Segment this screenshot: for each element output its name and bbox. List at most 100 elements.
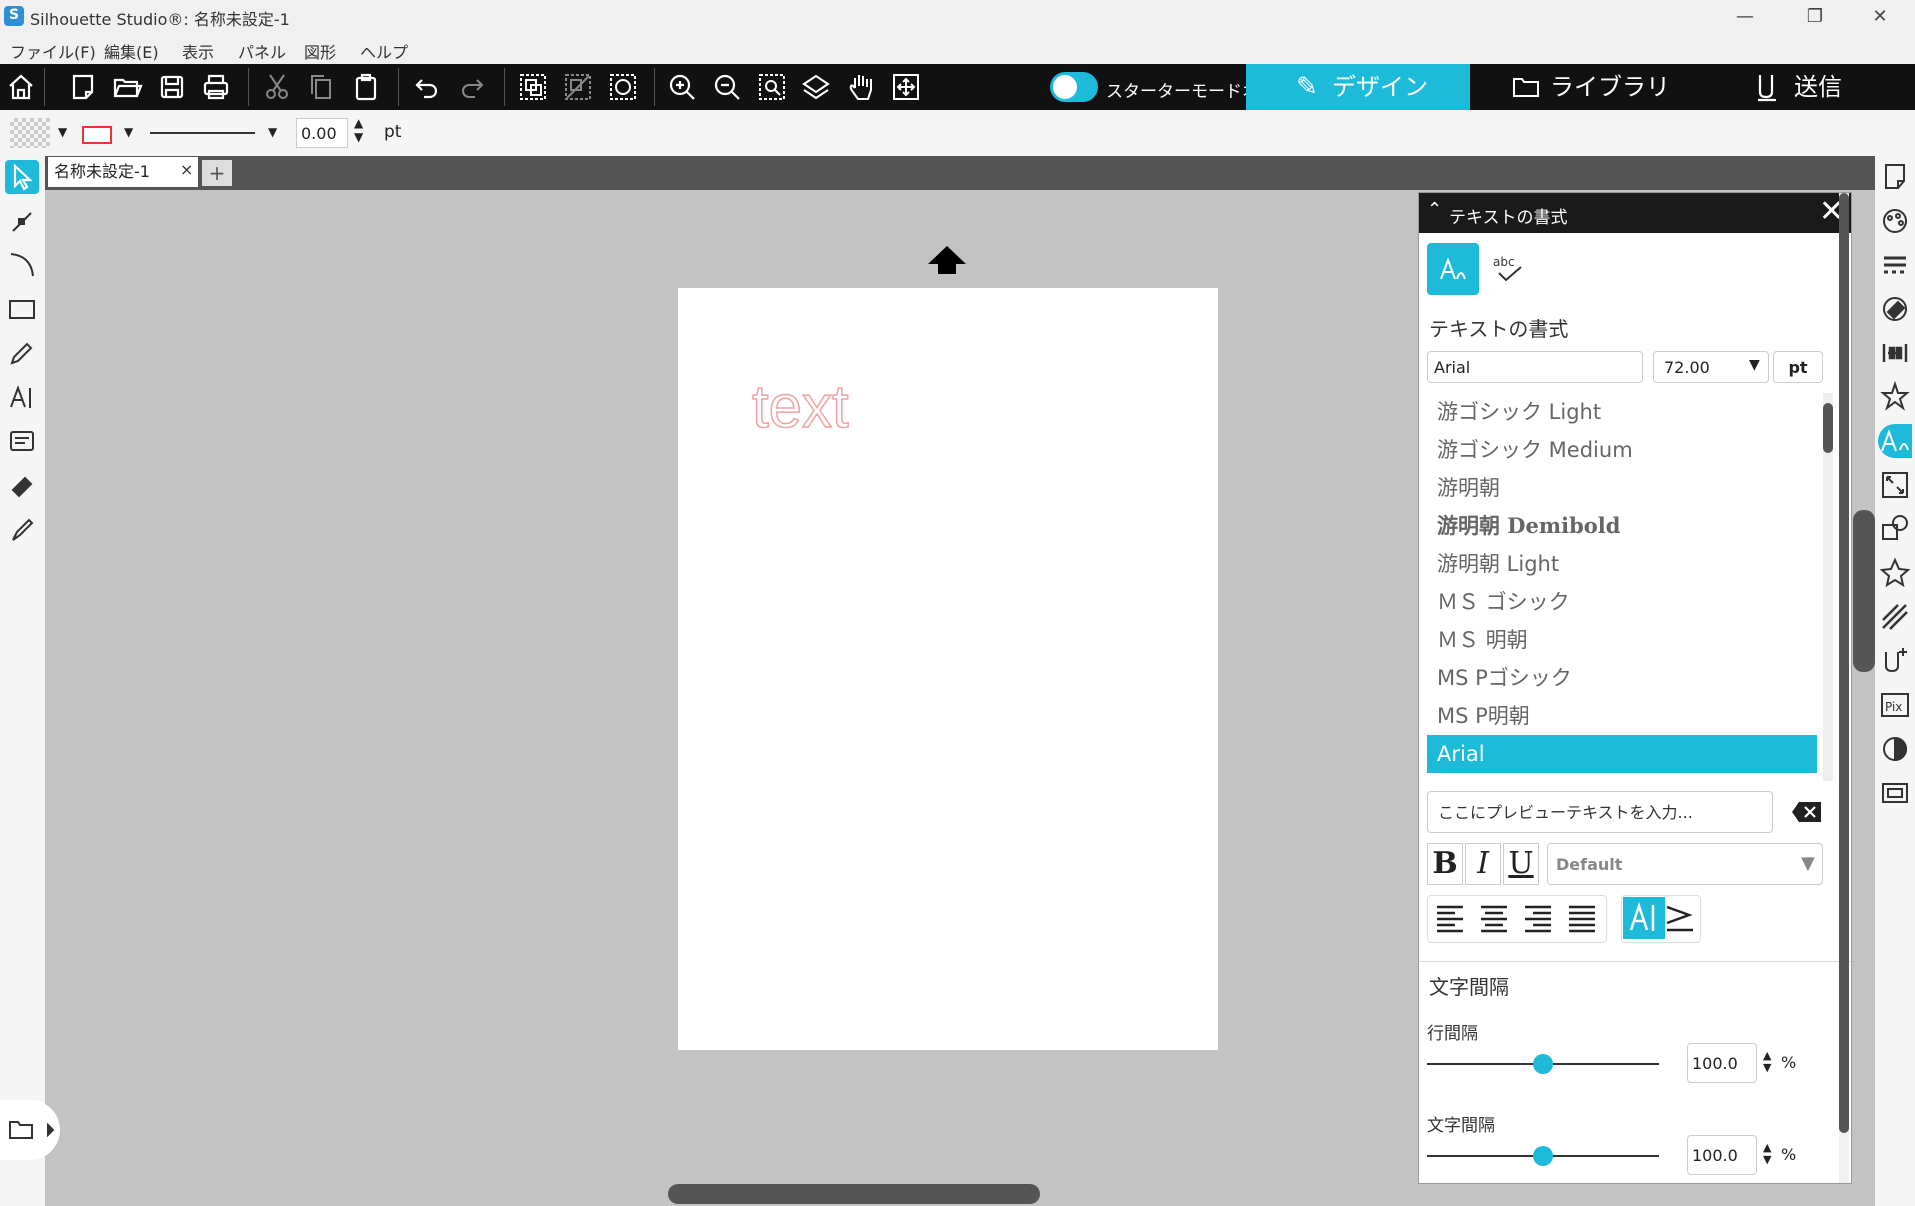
text-style-tab-icon[interactable] xyxy=(1427,243,1479,295)
new-document-icon[interactable] xyxy=(66,70,100,104)
chevron-down-icon[interactable]: ▼ xyxy=(1801,853,1815,874)
curve-tool-icon[interactable] xyxy=(5,248,39,282)
italic-button[interactable]: I xyxy=(1465,843,1501,885)
print-icon[interactable] xyxy=(199,70,233,104)
copy-icon[interactable] xyxy=(304,70,338,104)
horizontal-scroll-thumb[interactable] xyxy=(668,1184,1040,1204)
starter-mode-toggle[interactable] xyxy=(1050,72,1098,102)
favorites-panel-icon[interactable] xyxy=(1878,556,1912,590)
line-color-dropdown-icon[interactable]: ▼ xyxy=(124,125,133,139)
line-width-stepper[interactable]: ▲ ▼ xyxy=(354,116,363,144)
zoom-out-icon[interactable] xyxy=(710,70,744,104)
scale-panel-icon[interactable] xyxy=(1878,468,1912,502)
font-list-item[interactable]: MS P明朝 xyxy=(1427,697,1817,735)
home-icon[interactable] xyxy=(4,70,38,104)
vertical-text-icon[interactable] xyxy=(1659,897,1701,939)
style-select[interactable]: Default xyxy=(1547,843,1823,885)
eraser-tool-icon[interactable] xyxy=(5,468,39,502)
char-spacing-input[interactable]: 100.0 xyxy=(1687,1135,1757,1175)
document-tab-close-icon[interactable]: × xyxy=(180,160,193,179)
select-tool-icon[interactable] xyxy=(5,160,39,194)
font-list-item[interactable]: 游ゴシック Light xyxy=(1427,393,1817,431)
font-list-item[interactable]: 游明朝 Demibold xyxy=(1427,507,1817,545)
print-cut-panel-icon[interactable] xyxy=(1878,776,1912,810)
bold-button[interactable]: B xyxy=(1427,843,1463,885)
compound-path-icon[interactable] xyxy=(606,70,640,104)
menu-help[interactable]: ヘルプ xyxy=(360,39,408,63)
cut-icon[interactable] xyxy=(260,70,294,104)
restore-button[interactable]: ❐ xyxy=(1780,0,1850,34)
pan-hand-icon[interactable] xyxy=(844,70,878,104)
align-center-icon[interactable] xyxy=(1473,897,1515,939)
redo-icon[interactable] xyxy=(455,70,489,104)
font-list-item[interactable]: MS Pゴシック xyxy=(1427,659,1817,697)
fill-color-swatch[interactable] xyxy=(10,118,50,148)
align-justify-icon[interactable] xyxy=(1561,897,1603,939)
line-spacing-slider-knob[interactable] xyxy=(1533,1054,1553,1074)
close-window-button[interactable]: ✕ xyxy=(1845,0,1915,34)
align-panel-icon[interactable] xyxy=(1878,336,1912,370)
font-list[interactable]: 游ゴシック Light 游ゴシック Medium 游明朝 游明朝 Demibol… xyxy=(1427,393,1833,781)
rectangle-tool-icon[interactable] xyxy=(5,292,39,326)
char-spacing-stepper[interactable]: ▲ ▼ xyxy=(1763,1142,1771,1166)
font-unit-button[interactable]: pt xyxy=(1773,351,1823,383)
text-style-panel-icon[interactable] xyxy=(1878,424,1912,458)
undo-icon[interactable] xyxy=(410,70,444,104)
page-setup-icon[interactable] xyxy=(1878,160,1912,194)
chevron-down-icon[interactable]: ▼ xyxy=(1749,357,1760,373)
line-spacing-stepper[interactable]: ▲ ▼ xyxy=(1763,1050,1771,1074)
spell-check-tab-icon[interactable]: abc xyxy=(1489,249,1529,289)
zoom-selection-icon[interactable] xyxy=(755,70,789,104)
fit-to-page-icon[interactable] xyxy=(799,70,833,104)
line-width-input[interactable]: 0.00 xyxy=(296,118,348,148)
underline-button[interactable]: U xyxy=(1503,843,1539,885)
clear-preview-icon[interactable] xyxy=(1791,801,1823,823)
fill-dropdown-icon[interactable]: ▼ xyxy=(58,125,67,139)
menu-panel[interactable]: パネル xyxy=(238,39,286,63)
font-list-item[interactable]: ＭＳ ゴシック xyxy=(1427,583,1817,621)
modify-panel-icon[interactable] xyxy=(1878,512,1912,546)
font-name-input[interactable]: Arial xyxy=(1427,351,1643,383)
add-tab-button[interactable]: + xyxy=(202,160,232,186)
font-list-item[interactable]: ＭＳ 明朝 xyxy=(1427,621,1817,659)
font-list-item[interactable]: 游明朝 xyxy=(1427,469,1817,507)
align-right-icon[interactable] xyxy=(1517,897,1559,939)
point-edit-tool-icon[interactable] xyxy=(5,204,39,238)
font-list-item[interactable]: 游ゴシック Medium xyxy=(1427,431,1817,469)
pencil-tool-icon[interactable] xyxy=(5,336,39,370)
fill-color-panel-icon[interactable] xyxy=(1878,204,1912,238)
line-style-dropdown-icon[interactable]: ▼ xyxy=(268,125,277,139)
panel-scroll-thumb[interactable] xyxy=(1839,193,1849,1133)
ungroup-icon[interactable] xyxy=(561,70,595,104)
tab-design[interactable]: ✎ デザイン xyxy=(1246,64,1470,110)
text-box-tool-icon[interactable] xyxy=(5,424,39,458)
menu-view[interactable]: 表示 xyxy=(182,39,214,63)
group-icon[interactable] xyxy=(516,70,550,104)
vertical-scroll-thumb[interactable] xyxy=(1853,510,1875,672)
align-left-icon[interactable] xyxy=(1429,897,1471,939)
menu-shapes[interactable]: 図形 xyxy=(304,39,336,63)
sketch-panel-icon[interactable] xyxy=(1878,600,1912,634)
minimize-button[interactable]: — xyxy=(1710,0,1780,34)
font-list-item[interactable]: 游明朝 Light xyxy=(1427,545,1817,583)
line-spacing-input[interactable]: 100.0 xyxy=(1687,1043,1757,1083)
zoom-in-icon[interactable] xyxy=(665,70,699,104)
collapse-panel-icon[interactable]: ⌃ xyxy=(1427,199,1442,220)
menu-edit[interactable]: 編集(E) xyxy=(104,39,159,63)
fill-panel-icon[interactable] xyxy=(1878,292,1912,326)
move-icon[interactable] xyxy=(889,70,923,104)
pixscan-panel-icon[interactable]: Pix xyxy=(1878,688,1912,722)
paste-icon[interactable] xyxy=(349,70,383,104)
tab-library[interactable]: ライブラリ xyxy=(1470,64,1694,110)
font-list-item-selected[interactable]: Arial xyxy=(1427,735,1817,773)
document-tab[interactable]: 名称未設定-1 xyxy=(48,157,198,187)
menu-file[interactable]: ファイル(F) xyxy=(10,39,96,63)
line-color-swatch[interactable] xyxy=(82,126,112,144)
font-list-scroll-thumb[interactable] xyxy=(1823,403,1833,453)
line-style-panel-icon[interactable] xyxy=(1878,248,1912,282)
trace-panel-icon[interactable] xyxy=(1878,732,1912,766)
preview-text-input[interactable]: ここにプレビューテキストを入力... xyxy=(1427,791,1773,833)
canvas-text-object[interactable]: text xyxy=(751,372,849,441)
transform-panel-icon[interactable] xyxy=(1878,380,1912,414)
knife-tool-icon[interactable] xyxy=(5,512,39,546)
